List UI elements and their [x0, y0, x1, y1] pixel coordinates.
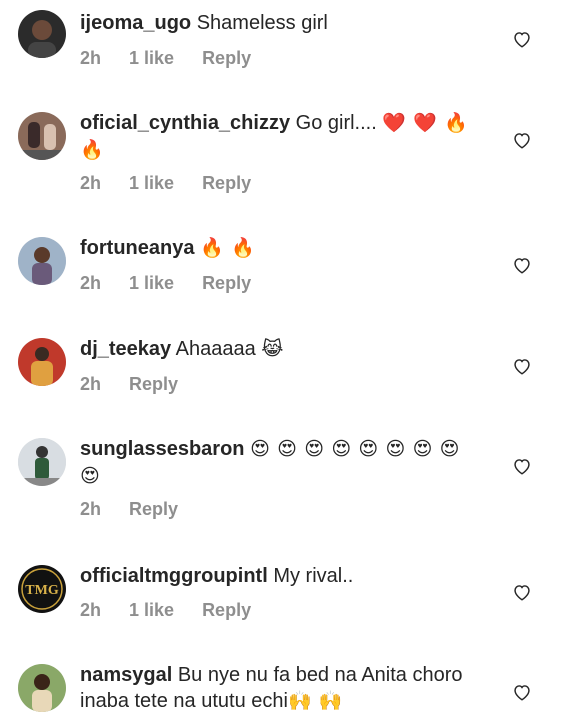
avatar[interactable] — [18, 438, 66, 486]
comment-body: My rival.. — [273, 565, 354, 587]
comment-time: 2h — [80, 273, 102, 293]
comment-username[interactable]: sunglassesbaron — [80, 438, 245, 460]
comment-username[interactable]: namsygal — [80, 664, 172, 686]
avatar[interactable] — [18, 112, 66, 160]
comment-emoji: 😹 — [261, 339, 285, 360]
comment-meta: 2h 1 like Reply — [80, 48, 279, 69]
heart-outline-icon[interactable] — [512, 357, 532, 375]
comment-likes[interactable]: 1 like — [129, 273, 174, 294]
comment-item: ijeoma_ugo Shameless girl 2h 1 like Reply — [0, 10, 564, 100]
comment-likes[interactable]: 1 like — [129, 173, 174, 194]
comment-text: dj_teekay Ahaaaaa 😹 — [80, 336, 480, 363]
comment-time: 2h — [80, 173, 102, 193]
heart-outline-icon[interactable] — [512, 30, 532, 48]
comment-username[interactable]: dj_teekay — [80, 338, 171, 360]
reply-button[interactable]: Reply — [202, 600, 251, 621]
comment-item: fortuneanya 🔥 🔥 2h 1 like Reply — [0, 235, 564, 325]
comment-username[interactable]: oficial_cynthia_chizzy — [80, 112, 290, 134]
comment-text: fortuneanya 🔥 🔥 — [80, 235, 480, 262]
comment-likes[interactable]: 1 like — [129, 48, 174, 69]
comment-body: Go girl.... — [295, 112, 377, 134]
avatar[interactable] — [18, 664, 66, 712]
comment-text: oficial_cynthia_chizzy Go girl.... ❤️ ❤️… — [80, 110, 480, 164]
comment-username[interactable]: ijeoma_ugo — [80, 12, 191, 34]
comment-text: sunglassesbaron 😍 😍 😍 😍 😍 😍 😍 😍 😍 — [80, 436, 480, 490]
reply-button[interactable]: Reply — [129, 374, 178, 395]
comment-time: 2h — [80, 48, 102, 68]
comment-meta: 2h Reply — [80, 374, 206, 395]
reply-button[interactable]: Reply — [202, 273, 251, 294]
comment-text: ijeoma_ugo Shameless girl — [80, 10, 480, 36]
comment-item: TMG officialtmggroupintl My rival.. 2h 1 … — [0, 563, 564, 653]
comment-item: oficial_cynthia_chizzy Go girl.... ❤️ ❤️… — [0, 110, 564, 220]
comment-meta: 2h 1 like Reply — [80, 273, 279, 294]
comment-text: namsygal Bu nye nu fa bed na Anita choro… — [80, 662, 480, 715]
comment-item: dj_teekay Ahaaaaa 😹 2h Reply — [0, 336, 564, 426]
reply-button[interactable]: Reply — [129, 499, 178, 520]
comment-item: namsygal Bu nye nu fa bed na Anita choro… — [0, 662, 564, 720]
avatar[interactable] — [18, 338, 66, 386]
reply-button[interactable]: Reply — [202, 173, 251, 194]
comment-item: sunglassesbaron 😍 😍 😍 😍 😍 😍 😍 😍 😍 2h Repl… — [0, 436, 564, 546]
heart-outline-icon[interactable] — [512, 131, 532, 149]
comment-time: 2h — [80, 374, 102, 394]
avatar[interactable]: TMG — [18, 565, 66, 613]
avatar[interactable] — [18, 10, 66, 58]
heart-outline-icon[interactable] — [512, 256, 532, 274]
comment-body: Shameless girl — [196, 12, 328, 34]
comment-body: Ahaaaaa — [175, 338, 256, 360]
avatar[interactable] — [18, 237, 66, 285]
comment-emoji: 🔥 🔥 — [200, 238, 256, 259]
comment-username[interactable]: officialtmggroupintl — [80, 565, 268, 587]
comments-list: ijeoma_ugo Shameless girl 2h 1 like Reply … — [0, 0, 564, 720]
heart-outline-icon[interactable] — [512, 683, 532, 701]
comment-meta: 2h 1 like Reply — [80, 600, 279, 621]
comment-time: 2h — [80, 499, 102, 519]
comment-likes[interactable]: 1 like — [129, 600, 174, 621]
comment-time: 2h — [80, 600, 102, 620]
reply-button[interactable]: Reply — [202, 48, 251, 69]
heart-outline-icon[interactable] — [512, 583, 532, 601]
comment-text: officialtmggroupintl My rival.. — [80, 563, 480, 589]
comment-emoji: 🙌 🙌 — [287, 691, 344, 712]
comment-meta: 2h 1 like Reply — [80, 173, 279, 194]
comment-username[interactable]: fortuneanya — [80, 237, 194, 259]
comment-meta: 2h Reply — [80, 499, 206, 520]
tmg-logo-text: TMG — [25, 583, 59, 598]
heart-outline-icon[interactable] — [512, 457, 532, 475]
